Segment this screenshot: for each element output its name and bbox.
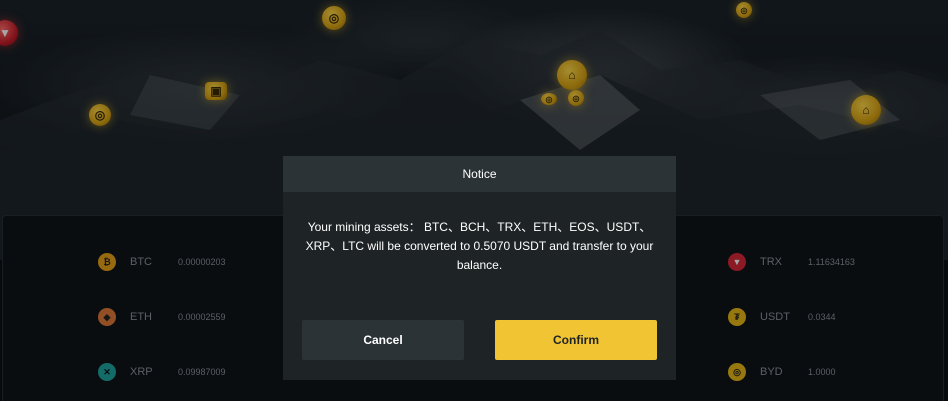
cancel-button[interactable]: Cancel [302, 320, 464, 360]
dialog-message: Your mining assets： BTC、BCH、TRX、ETH、EOS、… [305, 220, 654, 272]
confirm-button[interactable]: Confirm [495, 320, 657, 360]
dialog-actions: Cancel Confirm [302, 320, 657, 360]
dialog-title: Notice [462, 167, 497, 181]
dialog-header: Notice [283, 156, 676, 192]
notice-dialog: Notice Your mining assets： BTC、BCH、TRX、E… [283, 156, 676, 380]
